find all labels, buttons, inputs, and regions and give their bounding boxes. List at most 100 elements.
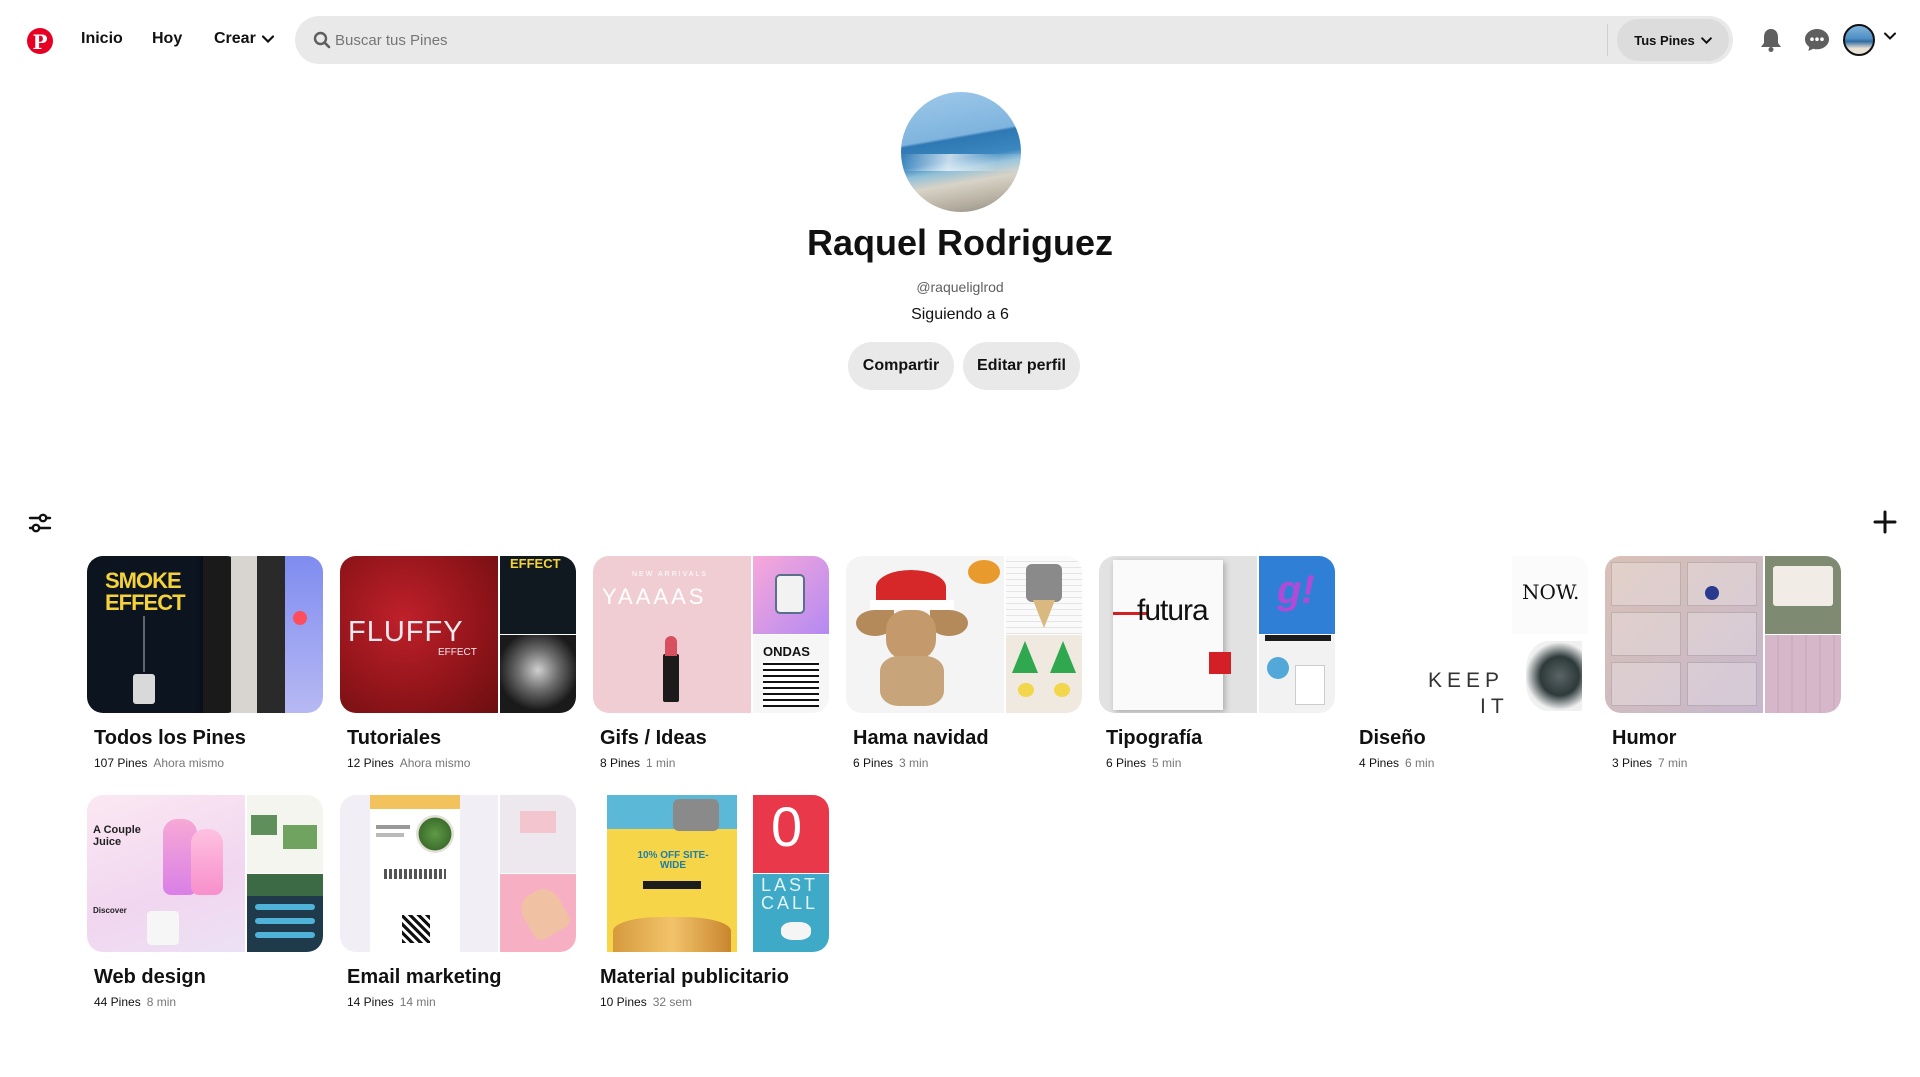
edit-profile-button-label: Editar perfil — [977, 357, 1066, 374]
cover-text: EFFECT — [510, 556, 561, 571]
board-title: Tutoriales — [347, 727, 442, 749]
pin-thumbnail: NEW ARRIVALS YAAAAS — [593, 556, 751, 713]
following-count-link[interactable]: Siguiendo a 6 — [0, 306, 1920, 324]
pin-thumbnail — [1006, 556, 1082, 634]
board-card-hama-navidad[interactable]: Hama navidad 6 Pines 3 min — [846, 556, 1082, 770]
pin-thumbnail — [247, 874, 323, 952]
pin-thumbnail: 0 — [753, 795, 829, 873]
cover-text: g! — [1277, 568, 1315, 612]
pin-thumbnail — [1765, 635, 1841, 713]
profile-handle: @raqueliglrod — [916, 279, 1004, 295]
share-button[interactable]: Compartir — [848, 342, 954, 390]
board-cover: 10% OFF SITE-WIDE 0 LAST CALL — [593, 795, 829, 952]
board-updated-time: Ahora mismo — [153, 756, 225, 770]
board-updated-time: 3 min — [899, 756, 929, 770]
board-title: Humor — [1612, 727, 1677, 749]
search-bar: Tus Pines — [295, 16, 1733, 64]
board-meta: 44 Pines 8 min — [94, 995, 323, 1009]
cover-subtext: NEW ARRIVALS — [632, 571, 708, 578]
pin-thumbnail: A Couple Juice Discover — [87, 795, 245, 952]
pin-thumbnail — [340, 795, 498, 952]
board-updated-time: 6 min — [1405, 756, 1435, 770]
board-title: Email marketing — [347, 966, 502, 988]
board-title: Tipografía — [1106, 727, 1203, 749]
board-card-todos[interactable]: SMOKE EFFECT Todos los Pines 107 Pines Ah… — [87, 556, 323, 770]
pin-thumbnail: SMOKE EFFECT — [87, 556, 205, 713]
filter-sliders-icon[interactable] — [28, 511, 52, 535]
notifications-bell-icon[interactable] — [1757, 26, 1785, 54]
cover-text: SMOKE EFFECT — [105, 568, 186, 615]
board-meta: 12 Pines Ahora mismo — [347, 756, 576, 770]
pin-thumbnail — [1006, 635, 1082, 713]
board-cover — [340, 795, 576, 952]
pin-thumbnail — [500, 635, 576, 713]
account-chevron-down-icon[interactable] — [1884, 32, 1896, 40]
pin-thumbnail — [500, 874, 576, 952]
nav-create-menu[interactable]: Crear — [214, 30, 274, 48]
board-pin-count: 6 Pines — [853, 756, 894, 770]
board-meta: 6 Pines 5 min — [1106, 756, 1335, 770]
board-card-web-design[interactable]: A Couple Juice Discover Web design 44 Pi… — [87, 795, 323, 1009]
nav-create-label: Crear — [214, 30, 256, 47]
nav-home-link[interactable]: Inicio — [81, 30, 123, 48]
cover-text: KEEP — [1428, 669, 1505, 692]
board-updated-time: 5 min — [1152, 756, 1182, 770]
profile-name: Raquel Rodriguez — [806, 222, 1114, 263]
board-updated-time: 7 min — [1658, 756, 1688, 770]
board-pin-count: 8 Pines — [600, 756, 641, 770]
board-cover: SMOKE EFFECT — [87, 556, 323, 713]
pin-thumbnail: futura — [1099, 556, 1257, 713]
pin-thumbnail — [500, 795, 576, 873]
board-pin-count: 3 Pines — [1612, 756, 1653, 770]
board-meta: 8 Pines 1 min — [600, 756, 829, 770]
board-updated-time: 1 min — [646, 756, 676, 770]
chevron-down-icon — [261, 35, 274, 43]
board-card-tutoriales[interactable]: FLUFFY EFFECT EFFECT Tutoriales 12 Pines… — [340, 556, 576, 770]
cover-text: FLUFFY — [348, 616, 464, 648]
pin-thumbnail: EFFECT — [500, 556, 576, 634]
board-meta: 107 Pines Ahora mismo — [94, 756, 323, 770]
board-pin-count: 107 Pines — [94, 756, 148, 770]
account-avatar[interactable] — [1843, 24, 1875, 56]
board-title: Hama navidad — [853, 727, 989, 749]
board-card-email-marketing[interactable]: Email marketing 14 Pines 14 min — [340, 795, 576, 1009]
pin-thumbnail: KEEP IT — [1352, 556, 1510, 713]
board-title: Material publicitario — [600, 966, 789, 988]
search-input[interactable] — [335, 16, 1635, 64]
profile-avatar — [901, 92, 1021, 212]
search-icon — [313, 31, 331, 49]
pin-thumbnail: 10% OFF SITE-WIDE — [593, 795, 751, 952]
nav-today-link[interactable]: Hoy — [152, 30, 182, 48]
pin-thumbnail: NOW. — [1512, 556, 1588, 634]
board-card-humor[interactable]: Humor 3 Pines 7 min — [1605, 556, 1841, 770]
nav-home-label: Inicio — [81, 30, 123, 47]
board-card-diseno[interactable]: KEEP IT NOW. Diseño 4 Pines 6 min — [1352, 556, 1588, 770]
board-meta: 3 Pines 7 min — [1612, 756, 1841, 770]
pin-thumbnail — [1259, 635, 1335, 713]
cover-subtext: IT — [1480, 695, 1509, 713]
add-board-plus-icon[interactable] — [1872, 509, 1898, 535]
pin-thumbnail — [846, 556, 1004, 713]
messages-icon[interactable] — [1803, 26, 1831, 54]
pinterest-logo-icon[interactable]: P — [27, 28, 53, 54]
share-button-label: Compartir — [862, 357, 940, 374]
board-updated-time: Ahora mismo — [399, 756, 471, 770]
board-meta: 6 Pines 3 min — [853, 756, 1082, 770]
board-card-tipografia[interactable]: futura g! Tipografía 6 Pines 5 min — [1099, 556, 1335, 770]
board-card-material-publicitario[interactable]: 10% OFF SITE-WIDE 0 LAST CALL Material p… — [593, 795, 829, 1009]
board-cover: KEEP IT NOW. — [1352, 556, 1588, 713]
board-card-gifs-ideas[interactable]: NEW ARRIVALS YAAAAS ONDAS Gifs / Ideas 8… — [593, 556, 829, 770]
board-title: Gifs / Ideas — [600, 727, 707, 749]
board-pin-count: 12 Pines — [347, 756, 394, 770]
cover-text: futura — [1137, 594, 1209, 627]
cover-text: A Couple Juice — [93, 824, 141, 848]
search-scope-dropdown[interactable]: Tus Pines — [1617, 19, 1729, 61]
board-title: Todos los Pines — [94, 727, 246, 749]
cover-text: 10% OFF SITE-WIDE — [637, 850, 709, 871]
edit-profile-button[interactable]: Editar perfil — [963, 342, 1080, 390]
board-pin-count: 44 Pines — [94, 995, 141, 1009]
board-pin-count: 6 Pines — [1106, 756, 1147, 770]
board-meta: 14 Pines 14 min — [347, 995, 576, 1009]
cover-text: ONDAS — [763, 644, 810, 659]
top-nav-bar: P Inicio Hoy Crear Tus Pines — [0, 0, 1920, 80]
